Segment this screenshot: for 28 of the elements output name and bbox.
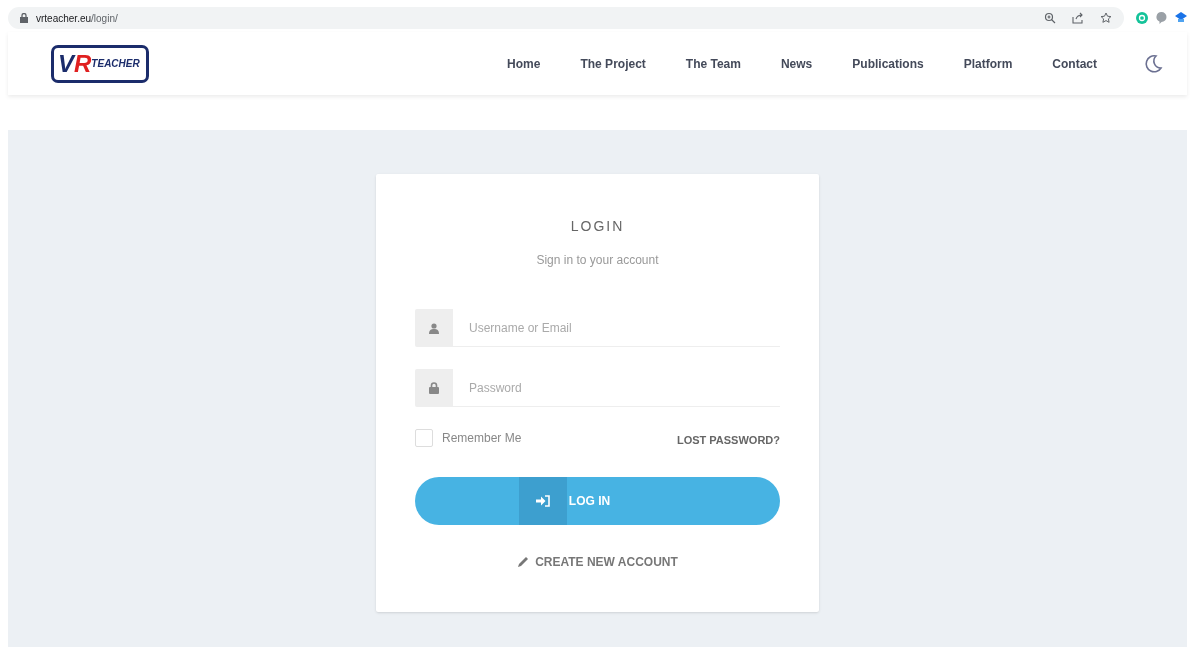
extension-icon[interactable] [1175, 12, 1187, 24]
nav-link[interactable]: The Project [580, 54, 646, 73]
nav-link[interactable]: Home [507, 54, 541, 73]
remember-checkbox[interactable] [415, 429, 433, 448]
lost-password-link[interactable]: LOST PASSWORD? [676, 432, 780, 449]
sign-in-icon [535, 494, 550, 507]
lock-icon [429, 382, 439, 394]
login-title: LOGIN [570, 217, 625, 236]
lock-icon [20, 13, 28, 23]
url-text: vrteacher.eu/login/ [36, 11, 118, 26]
moon-icon[interactable] [1143, 53, 1163, 74]
share-icon[interactable] [1072, 12, 1084, 24]
extension-icon[interactable] [1156, 12, 1167, 24]
nav-link[interactable]: Contact [1052, 54, 1097, 73]
nav-link[interactable]: Platform [963, 54, 1013, 73]
user-icon [429, 322, 439, 334]
pencil-icon [517, 555, 530, 568]
zoom-icon[interactable] [1044, 12, 1056, 24]
address-bar[interactable]: vrteacher.eu/login/ [8, 7, 1124, 29]
nav-link[interactable]: News [780, 54, 813, 73]
create-account-link[interactable]: CREATE NEW ACCOUNT [517, 552, 678, 571]
nav-link[interactable]: The Team [685, 54, 741, 73]
password-field[interactable]: Password [453, 369, 780, 407]
username-field[interactable]: Username or Email [453, 309, 780, 347]
star-icon[interactable] [1100, 12, 1112, 24]
remember-label: Remember Me [442, 430, 522, 448]
login-subtitle: Sign in to your account [536, 252, 659, 269]
nav-link[interactable]: Publications [852, 54, 924, 73]
